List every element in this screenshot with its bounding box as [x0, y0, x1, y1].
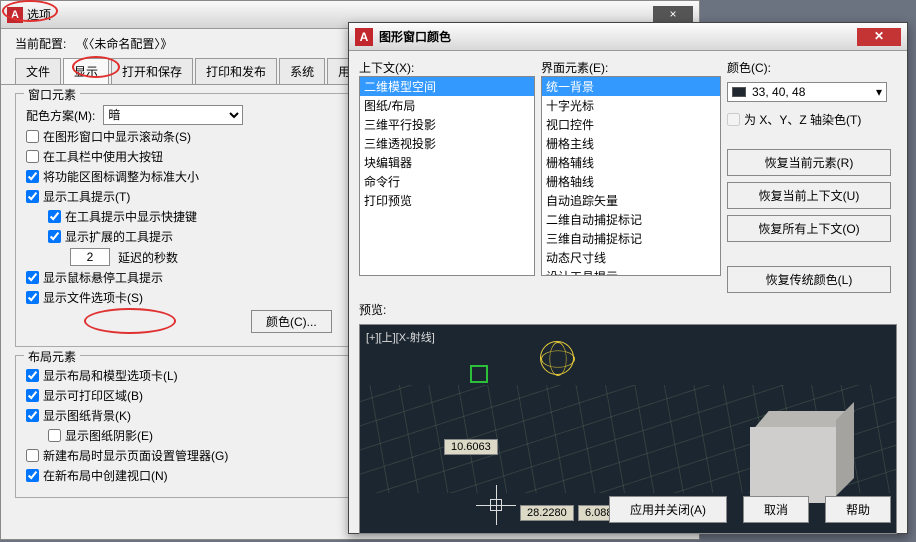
chk-printable[interactable]: [26, 389, 39, 402]
chk-tint-xyz: [727, 113, 740, 126]
restore-all-contexts-button[interactable]: 恢复所有上下文(O): [727, 215, 891, 242]
element-item[interactable]: 栅格轴线: [542, 172, 720, 191]
element-item[interactable]: 自动追踪矢量: [542, 191, 720, 210]
element-label: 界面元素(E):: [541, 59, 721, 76]
chk-ribbon-std[interactable]: [26, 170, 39, 183]
context-item[interactable]: 三维透视投影: [360, 134, 534, 153]
tab-open-save[interactable]: 打开和保存: [111, 58, 193, 84]
chk-scroll[interactable]: [26, 130, 39, 143]
autocad-icon: A: [7, 7, 23, 23]
chk-hover-tip[interactable]: [26, 271, 39, 284]
options-title: 选项: [27, 6, 653, 23]
current-profile-label: 当前配置:: [15, 35, 66, 52]
restore-classic-button[interactable]: 恢复传统颜色(L): [727, 266, 891, 293]
autocad-icon: A: [355, 28, 373, 46]
crosshair-icon: [476, 485, 516, 525]
color-label: 颜色(C):: [727, 59, 897, 76]
element-item[interactable]: 设计工具提示: [542, 267, 720, 276]
chk-shortcut[interactable]: [48, 210, 61, 223]
color-scheme-label: 配色方案(M):: [26, 107, 95, 124]
chk-layout-tab[interactable]: [26, 369, 39, 382]
restore-current-element-button[interactable]: 恢复当前元素(R): [727, 149, 891, 176]
delay-input[interactable]: [70, 248, 110, 266]
tab-system[interactable]: 系统: [279, 58, 325, 84]
apply-close-button[interactable]: 应用并关闭(A): [609, 496, 727, 523]
color-select[interactable]: 33, 40, 48 ▾: [727, 82, 887, 102]
coord-tooltip: 10.6063: [444, 439, 498, 455]
element-item[interactable]: 统一背景: [542, 77, 720, 96]
colordlg-title: 图形窗口颜色: [379, 28, 857, 45]
context-item[interactable]: 二维模型空间: [360, 77, 534, 96]
chevron-down-icon: ▾: [876, 85, 882, 99]
context-label: 上下文(X):: [359, 59, 535, 76]
gizmo-icon: [470, 365, 488, 383]
chk-file-tab[interactable]: [26, 291, 39, 304]
help-button[interactable]: 帮助: [825, 496, 891, 523]
colordlg-close-button[interactable]: ✕: [857, 28, 901, 46]
options-close-button[interactable]: ×: [653, 6, 693, 24]
element-item[interactable]: 三维自动捕捉标记: [542, 229, 720, 248]
chk-pagesetup[interactable]: [26, 449, 39, 462]
color-swatch: [732, 87, 746, 97]
context-item[interactable]: 图纸/布局: [360, 96, 534, 115]
restore-current-context-button[interactable]: 恢复当前上下文(U): [727, 182, 891, 209]
wireframe-sphere: [540, 341, 574, 375]
element-item[interactable]: 十字光标: [542, 96, 720, 115]
chk-paper-shadow[interactable]: [48, 429, 61, 442]
cancel-button[interactable]: 取消: [743, 496, 809, 523]
preview-cube: [750, 427, 836, 503]
colors-button[interactable]: 颜色(C)...: [251, 310, 332, 333]
tab-file[interactable]: 文件: [15, 58, 61, 84]
wireframe-cone: [578, 339, 606, 371]
chk-tooltips[interactable]: [26, 190, 39, 203]
context-item[interactable]: 打印预览: [360, 191, 534, 210]
element-item[interactable]: 栅格主线: [542, 134, 720, 153]
window-elements-group: 窗口元素: [24, 86, 80, 103]
color-scheme-select[interactable]: 暗: [103, 105, 243, 125]
context-listbox[interactable]: 二维模型空间 图纸/布局 三维平行投影 三维透视投影 块编辑器 命令行 打印预览: [359, 76, 535, 276]
element-item[interactable]: 二维自动捕捉标记: [542, 210, 720, 229]
current-profile-name: 《〈未命名配置〉》: [76, 35, 172, 52]
view-label: [+][上][X-射线]: [366, 329, 435, 345]
layout-elements-group: 布局元素: [24, 348, 80, 365]
element-item[interactable]: 动态尺寸线: [542, 248, 720, 267]
chk-create-vp[interactable]: [26, 469, 39, 482]
element-item[interactable]: 视口控件: [542, 115, 720, 134]
context-item[interactable]: 命令行: [360, 172, 534, 191]
element-item[interactable]: 栅格辅线: [542, 153, 720, 172]
tab-display[interactable]: 显示: [63, 58, 109, 84]
context-item[interactable]: 块编辑器: [360, 153, 534, 172]
coord-tooltip: 28.2280: [520, 505, 574, 521]
context-item[interactable]: 三维平行投影: [360, 115, 534, 134]
element-listbox[interactable]: 统一背景 十字光标 视口控件 栅格主线 栅格辅线 栅格轴线 自动追踪矢量 二维自…: [541, 76, 721, 276]
tab-plot-publish[interactable]: 打印和发布: [195, 58, 277, 84]
chk-large-buttons[interactable]: [26, 150, 39, 163]
preview-label: 预览:: [359, 301, 721, 318]
chk-ext-tooltip[interactable]: [48, 230, 61, 243]
color-value: 33, 40, 48: [752, 85, 805, 99]
chk-paper-bg[interactable]: [26, 409, 39, 422]
